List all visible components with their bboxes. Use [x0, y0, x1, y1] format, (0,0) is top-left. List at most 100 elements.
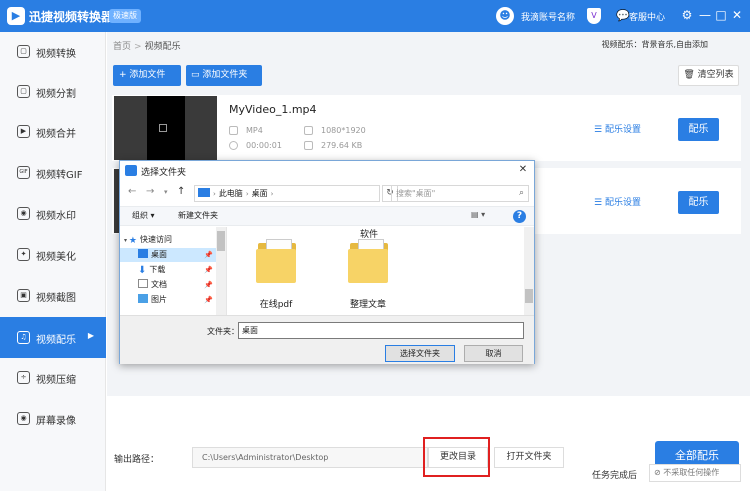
app-title: 迅捷视频转换器: [29, 10, 114, 24]
size-icon: [304, 141, 313, 150]
sidebar-item-video-merge[interactable]: ▶ 视频合并: [0, 112, 106, 152]
video-thumbnail[interactable]: [114, 96, 217, 160]
music-settings-link[interactable]: ☰ 配乐设置: [594, 122, 641, 135]
close-button[interactable]: ✕: [729, 6, 745, 24]
back-arrow-icon[interactable]: ←: [128, 186, 136, 197]
sidebar-item-video-screenshot[interactable]: ▣ 视频截图: [0, 276, 106, 316]
video-format: MP4: [246, 126, 263, 135]
sidebar-item-video-beautify[interactable]: ✦ 视频美化: [0, 235, 106, 275]
select-folder-dialog: 选择文件夹 ✕ ← → ▾ ↑ › 此电脑 › 桌面 › ↻ 搜索"桌面" ⌕ 组织 ▾…: [119, 160, 535, 364]
nav-item-label: 图片: [151, 295, 167, 304]
scrollbar-thumb[interactable]: [525, 289, 533, 303]
folder-icon[interactable]: [346, 239, 392, 283]
sidebar-item-label: 视频转换: [36, 49, 76, 60]
document-icon: [138, 279, 148, 288]
merge-icon: ▶: [17, 125, 30, 138]
sidebar-item-label: 视频压缩: [36, 375, 76, 386]
cancel-button[interactable]: 取消: [464, 345, 523, 362]
dialog-toolbar: 组织 ▾ 新建文件夹 ▤ ▾ ?: [120, 206, 534, 226]
search-placeholder: 搜索"桌面": [396, 189, 436, 198]
nav-item-documents[interactable]: 文档 📌: [120, 278, 216, 292]
sidebar-item-video-compress[interactable]: ÷ 视频压缩: [0, 358, 106, 398]
pin-icon: 📌: [204, 296, 213, 304]
sidebar-item-label: 视频合并: [36, 129, 76, 140]
add-folder-label: 添加文件夹: [202, 70, 248, 80]
sidebar-item-video-convert[interactable]: ▢ 视频转换: [0, 32, 106, 72]
clock-icon: [229, 141, 238, 150]
sliders-icon: ☰: [594, 198, 605, 208]
edition-badge: 极速版: [109, 9, 141, 23]
clear-list-button[interactable]: 🗑 清空列表: [678, 65, 739, 86]
pin-icon: 📌: [204, 251, 213, 259]
sidebar-item-video-split[interactable]: ▢ 视频分割: [0, 72, 106, 112]
nav-item-desktop[interactable]: 桌面 📌: [120, 248, 216, 262]
task-done-label: 任务完成后: [592, 471, 638, 481]
address-segment[interactable]: 桌面: [252, 189, 268, 198]
settings-icon[interactable]: ⚙: [679, 6, 695, 24]
folder-label[interactable]: 整理文章: [338, 297, 398, 310]
sidebar-item-video-gif[interactable]: GIF 视频转GIF: [0, 153, 106, 193]
music-settings-link[interactable]: ☰ 配乐设置: [594, 195, 641, 208]
nav-item-downloads[interactable]: ⬇ 下载 📌: [120, 263, 216, 277]
forward-arrow-icon[interactable]: →: [146, 186, 154, 197]
clear-list-label: 清空列表: [697, 70, 734, 80]
user-name[interactable]: 我滴账号名称: [521, 10, 575, 23]
pin-icon: 📌: [204, 266, 213, 274]
app-logo-icon: ▶: [7, 7, 25, 25]
folder-label[interactable]: 在线pdf: [246, 297, 306, 310]
dialog-title-bar: 选择文件夹 ✕: [120, 161, 534, 181]
sidebar-item-label: 屏幕录像: [36, 416, 76, 427]
chat-icon[interactable]: 💬: [616, 9, 630, 22]
scrollbar[interactable]: [216, 227, 226, 315]
sidebar-item-label: 视频配乐: [36, 335, 76, 346]
scrollbar[interactable]: [524, 227, 534, 315]
help-icon[interactable]: ?: [513, 210, 526, 223]
dialog-title: 选择文件夹: [141, 168, 187, 178]
avatar[interactable]: ☻: [496, 7, 514, 25]
sidebar: ▢ 视频转换 ▢ 视频分割 ▶ 视频合并 GIF 视频转GIF ◉ 视频水印 ✦…: [0, 32, 106, 491]
add-folder-button[interactable]: ▭ 添加文件夹: [186, 65, 262, 86]
sidebar-item-video-music[interactable]: ♫ 视频配乐 ▶: [0, 317, 106, 358]
folder-icon: [198, 188, 210, 197]
minimize-button[interactable]: —: [697, 6, 713, 24]
scrollbar-thumb[interactable]: [217, 231, 225, 251]
close-icon[interactable]: ✕: [516, 163, 530, 177]
task-done-select[interactable]: ⊘ 不采取任何操作: [649, 464, 741, 482]
folder-field[interactable]: 桌面: [238, 322, 524, 339]
format-icon: [229, 126, 238, 135]
gif-icon: GIF: [17, 166, 30, 179]
music-button[interactable]: 配乐: [678, 118, 719, 141]
dialog-navigation: ← → ▾ ↑ › 此电脑 › 桌面 › ↻ 搜索"桌面" ⌕: [120, 183, 534, 205]
search-input[interactable]: 搜索"桌面" ⌕: [391, 185, 529, 202]
vip-icon[interactable]: V: [587, 8, 601, 24]
new-folder-button[interactable]: 新建文件夹: [178, 210, 218, 221]
nav-item-quick-access[interactable]: ▾ ★ 快速访问: [120, 233, 216, 247]
select-folder-button[interactable]: 选择文件夹: [385, 345, 455, 362]
up-arrow-icon[interactable]: ↑: [177, 186, 185, 197]
service-center-link[interactable]: 客服中心: [629, 10, 665, 23]
organize-button[interactable]: 组织 ▾: [132, 210, 155, 221]
view-options-icon[interactable]: ▤ ▾: [471, 210, 485, 219]
address-segment[interactable]: 此电脑: [219, 189, 243, 198]
download-icon: ⬇: [138, 265, 147, 276]
music-button[interactable]: 配乐: [678, 191, 719, 214]
folder-icon[interactable]: [254, 239, 300, 283]
file-pane: 软件 在线pdf 整理文章: [228, 227, 534, 315]
beautify-icon: ✦: [17, 248, 30, 261]
sidebar-item-video-watermark[interactable]: ◉ 视频水印: [0, 194, 106, 234]
video-duration: 00:00:01: [246, 141, 282, 150]
address-bar[interactable]: › 此电脑 › 桌面 ›: [194, 185, 380, 202]
chevron-right-icon: ▶: [87, 331, 94, 340]
maximize-button[interactable]: □: [713, 6, 729, 24]
convert-icon: ▢: [17, 45, 30, 58]
breadcrumb-home[interactable]: 首页: [113, 42, 131, 52]
add-file-button[interactable]: + 添加文件: [113, 65, 181, 86]
nav-item-pictures[interactable]: 图片 📌: [120, 293, 216, 307]
nav-item-label: 桌面: [151, 250, 167, 259]
chevron-down-icon[interactable]: ▾: [164, 188, 168, 196]
breadcrumb: 首页 > 视频配乐: [113, 39, 181, 52]
chevron-right-icon: ›: [245, 190, 249, 198]
sidebar-item-label: 视频转GIF: [36, 170, 83, 181]
chevron-right-icon: ›: [213, 190, 216, 198]
sidebar-item-screen-record[interactable]: ◉ 屏幕录像: [0, 399, 106, 439]
